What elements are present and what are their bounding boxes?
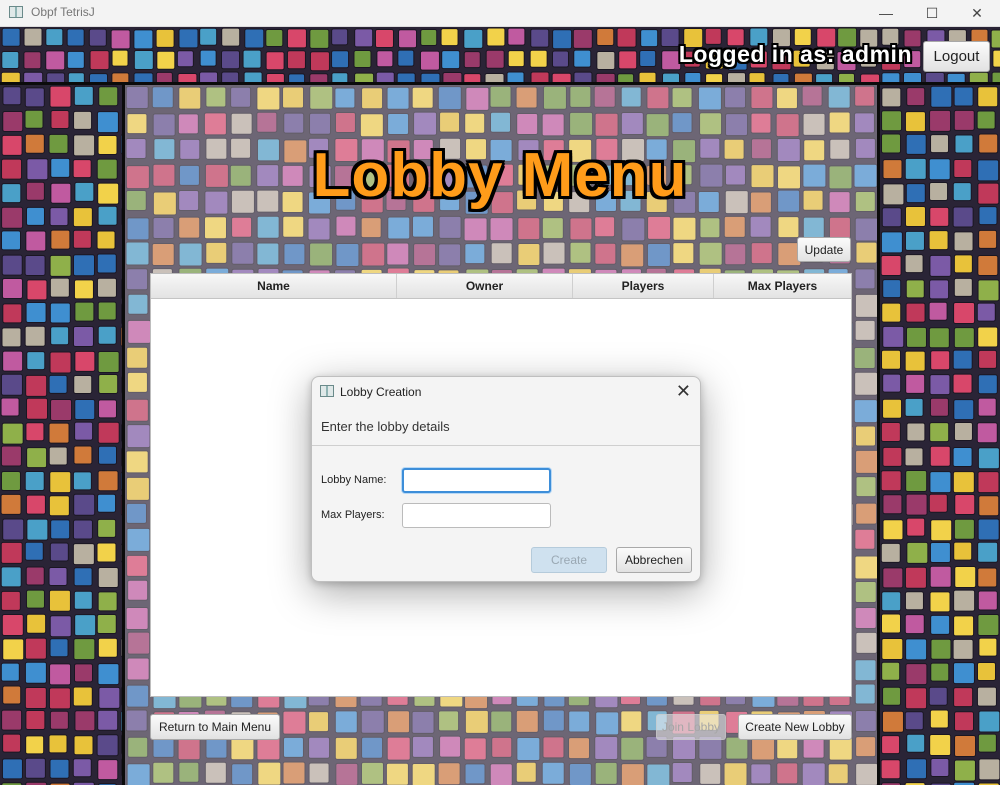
cancel-button[interactable]: Abbrechen: [616, 547, 692, 573]
lobby-name-label: Lobby Name:: [321, 474, 387, 486]
update-button[interactable]: Update: [797, 237, 851, 262]
logged-in-label: Logged in as: admin: [678, 41, 912, 67]
create-new-lobby-button[interactable]: Create New Lobby: [738, 714, 852, 740]
return-to-main-menu-button[interactable]: Return to Main Menu: [150, 714, 280, 740]
create-button[interactable]: Create: [531, 547, 607, 573]
header-divider: [0, 82, 1000, 85]
dialog-title: Lobby Creation: [340, 385, 422, 399]
column-header-max-players[interactable]: Max Players: [714, 274, 851, 298]
dialog-header-text: Enter the lobby details: [312, 407, 700, 446]
column-header-name[interactable]: Name: [151, 274, 397, 298]
column-header-owner[interactable]: Owner: [397, 274, 573, 298]
app-icon: [9, 6, 23, 18]
maximize-icon[interactable]: ☐: [909, 0, 955, 26]
page-title: Lobby Menu: [312, 141, 688, 210]
max-players-label: Max Players:: [321, 509, 385, 521]
lobby-name-input[interactable]: [402, 468, 551, 493]
logout-button[interactable]: Logout: [923, 41, 990, 72]
minimize-icon[interactable]: —: [863, 0, 909, 26]
window-close-icon[interactable]: ✕: [954, 0, 1000, 26]
window-title: Obpf TetrisJ: [31, 5, 95, 19]
max-players-input[interactable]: [402, 503, 551, 528]
dialog-close-icon[interactable]: ✕: [676, 381, 691, 402]
dialog-app-icon: [320, 385, 334, 397]
table-header: Name Owner Players Max Players: [151, 274, 851, 299]
dialog-titlebar: Lobby Creation ✕: [312, 377, 700, 407]
lobby-creation-dialog: Lobby Creation ✕ Enter the lobby details…: [311, 376, 701, 582]
join-lobby-button[interactable]: Join Lobby: [656, 714, 726, 740]
column-header-players[interactable]: Players: [573, 274, 714, 298]
window-titlebar: Obpf TetrisJ — ☐ ✕: [0, 0, 1000, 27]
